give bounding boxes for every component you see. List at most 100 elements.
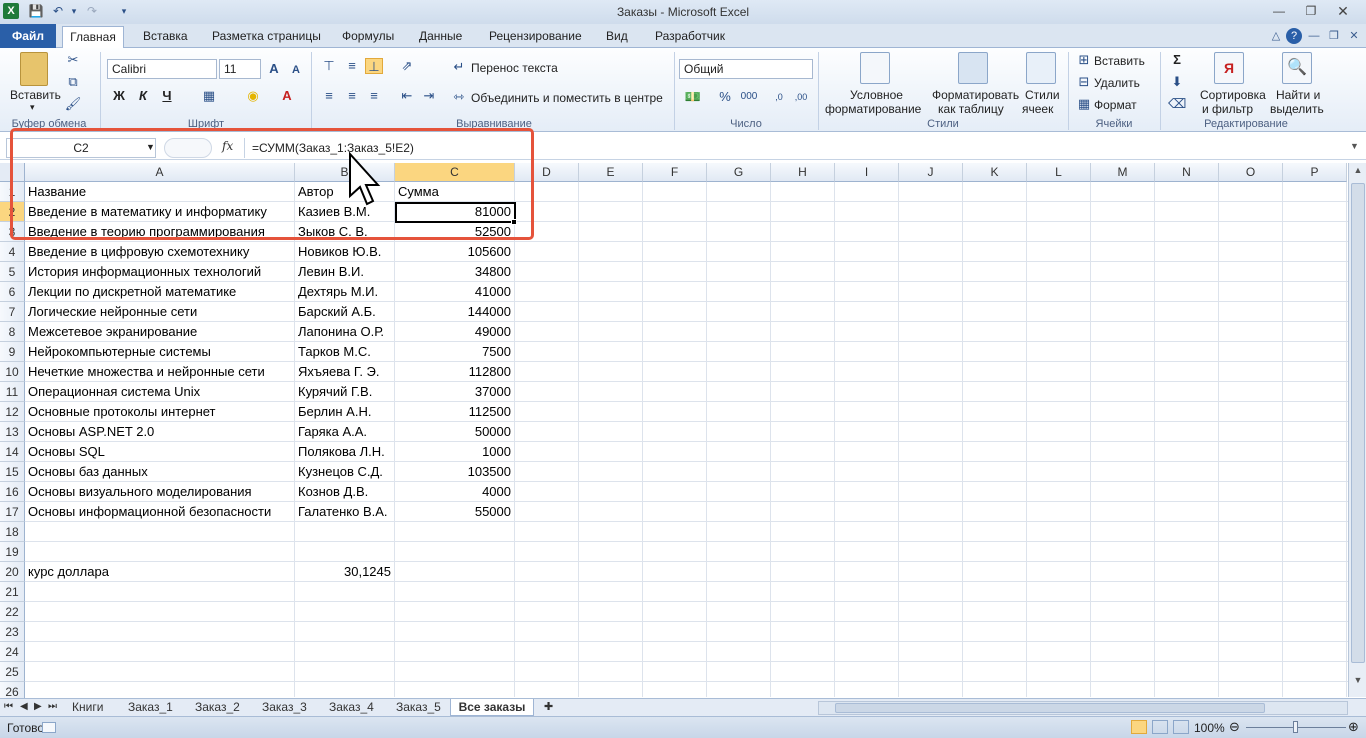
cell-a25[interactable] <box>28 662 294 682</box>
tab-file[interactable]: Файл <box>0 24 56 48</box>
cell-a17[interactable]: Основы информационной безопасности <box>28 502 294 522</box>
increase-indent-icon[interactable]: ⇥ <box>420 88 438 104</box>
format-cells-button[interactable]: Формат <box>1094 98 1137 112</box>
cell-a10[interactable]: Нечеткие множества и нейронные сети <box>28 362 294 382</box>
row-header[interactable]: 9 <box>0 342 25 362</box>
cell-c14[interactable]: 1000 <box>398 442 514 462</box>
cut-icon[interactable]: ✂ <box>64 52 82 68</box>
row-header[interactable]: 13 <box>0 422 25 442</box>
cell-b12[interactable]: Берлин А.Н. <box>298 402 394 422</box>
cell-c11[interactable]: 37000 <box>398 382 514 402</box>
cell-b11[interactable]: Курячий Г.В. <box>298 382 394 402</box>
cell-b24[interactable] <box>298 642 394 662</box>
row-header[interactable]: 23 <box>0 622 25 642</box>
cell-c10[interactable]: 112800 <box>398 362 514 382</box>
cell-b7[interactable]: Барский А.Б. <box>298 302 394 322</box>
fill-icon[interactable]: ⬇ <box>1168 74 1186 90</box>
wrap-text-icon[interactable]: ↵ <box>450 59 468 75</box>
sheet-tab-order-2[interactable]: Заказ_2 <box>195 699 240 716</box>
cell-c12[interactable]: 112500 <box>398 402 514 422</box>
cell-a23[interactable] <box>28 622 294 642</box>
cell-styles-line2[interactable]: ячеек <box>1022 102 1053 116</box>
thousands-format-icon[interactable]: 000 <box>740 89 758 105</box>
row-header[interactable]: 19 <box>0 542 25 562</box>
tab-developer[interactable]: Разработчик <box>655 28 725 48</box>
decrease-decimal-icon[interactable]: ,00 <box>792 89 810 105</box>
workbook-minimize-icon[interactable]: — <box>1306 28 1322 44</box>
sheet-tab-order-3[interactable]: Заказ_3 <box>262 699 307 716</box>
font-name-select[interactable]: Calibri <box>107 59 217 79</box>
cell-b25[interactable] <box>298 662 394 682</box>
cell-b18[interactable] <box>298 522 394 542</box>
row-header[interactable]: 17 <box>0 502 25 522</box>
help-icon[interactable]: ? <box>1286 28 1302 44</box>
column-header-m[interactable]: M <box>1091 163 1155 182</box>
cell-a12[interactable]: Основные протоколы интернет <box>28 402 294 422</box>
sheet-tab-order-5[interactable]: Заказ_5 <box>396 699 441 716</box>
fill-color-icon[interactable]: ◉ <box>244 88 262 104</box>
close-button[interactable]: ✕ <box>1330 2 1356 20</box>
cell-a9[interactable]: Нейрокомпьютерные системы <box>28 342 294 362</box>
cell-b19[interactable] <box>298 542 394 562</box>
minimize-ribbon-icon[interactable]: △ <box>1268 28 1284 44</box>
cell-c22[interactable] <box>398 602 514 622</box>
cell-c9[interactable]: 7500 <box>398 342 514 362</box>
next-sheet-icon[interactable]: ▶ <box>34 699 42 716</box>
normal-view-icon[interactable] <box>1131 720 1147 734</box>
macro-record-icon[interactable] <box>42 722 56 733</box>
vertical-scrollbar[interactable]: ▲ ▼ <box>1348 163 1366 697</box>
cell-c7[interactable]: 144000 <box>398 302 514 322</box>
delete-cells-icon[interactable]: ⊟ <box>1075 74 1093 90</box>
column-header-h[interactable]: H <box>771 163 835 182</box>
format-as-table-line2[interactable]: как таблицу <box>938 102 1004 116</box>
cell-b5[interactable]: Левин В.И. <box>298 262 394 282</box>
increase-font-icon[interactable]: A <box>265 61 283 77</box>
currency-format-icon[interactable]: 💵 <box>684 89 702 105</box>
italic-icon[interactable]: К <box>134 88 152 104</box>
cell-c20[interactable] <box>398 562 514 582</box>
cell-a11[interactable]: Операционная система Unix <box>28 382 294 402</box>
cell-b4[interactable]: Новиков Ю.В. <box>298 242 394 262</box>
conditional-formatting-line1[interactable]: Условное <box>850 88 903 102</box>
cell-a15[interactable]: Основы баз данных <box>28 462 294 482</box>
page-layout-view-icon[interactable] <box>1152 720 1168 734</box>
align-middle-icon[interactable]: ≡ <box>343 58 361 74</box>
cell-b17[interactable]: Галатенко В.А. <box>298 502 394 522</box>
row-header[interactable]: 11 <box>0 382 25 402</box>
cell-c23[interactable] <box>398 622 514 642</box>
cell-a22[interactable] <box>28 602 294 622</box>
insert-sheet-icon[interactable]: ✚ <box>544 699 553 716</box>
align-top-icon[interactable]: ⊤ <box>320 58 338 74</box>
delete-cells-button[interactable]: Удалить <box>1094 76 1140 90</box>
paste-button[interactable]: Вставить <box>10 88 61 102</box>
cell-c5[interactable]: 34800 <box>398 262 514 282</box>
scroll-up-icon[interactable]: ▲ <box>1351 165 1365 179</box>
vertical-scroll-thumb[interactable] <box>1351 183 1365 663</box>
tab-review[interactable]: Рецензирование <box>489 28 582 48</box>
page-break-view-icon[interactable] <box>1173 720 1189 734</box>
insert-cells-icon[interactable]: ⊞ <box>1075 52 1093 68</box>
first-sheet-icon[interactable]: ⏮ <box>4 699 13 716</box>
row-header[interactable]: 20 <box>0 562 25 582</box>
cell-a21[interactable] <box>28 582 294 602</box>
cell-b8[interactable]: Лапонина О.Р. <box>298 322 394 342</box>
paste-dropdown-icon[interactable]: ▾ <box>30 102 35 113</box>
maximize-button[interactable]: ❐ <box>1298 2 1324 20</box>
row-header[interactable]: 18 <box>0 522 25 542</box>
scroll-down-icon[interactable]: ▼ <box>1351 675 1365 689</box>
row-header[interactable]: 21 <box>0 582 25 602</box>
column-header-p[interactable]: P <box>1283 163 1347 182</box>
row-header[interactable]: 22 <box>0 602 25 622</box>
sheet-tab-order-1[interactable]: Заказ_1 <box>128 699 173 716</box>
find-select-line1[interactable]: Найти и <box>1276 88 1320 102</box>
tab-data[interactable]: Данные <box>419 28 462 48</box>
row-header[interactable]: 10 <box>0 362 25 382</box>
cell-a16[interactable]: Основы визуального моделирования <box>28 482 294 502</box>
conditional-formatting-icon[interactable] <box>860 52 890 84</box>
cell-a18[interactable] <box>28 522 294 542</box>
minimize-button[interactable]: — <box>1266 2 1292 20</box>
copy-icon[interactable]: ⧉ <box>64 74 82 90</box>
expand-formula-icon[interactable]: ▼ <box>1350 141 1359 151</box>
cell-styles-icon[interactable] <box>1026 52 1056 84</box>
zoom-out-icon[interactable]: ⊖ <box>1229 719 1240 735</box>
